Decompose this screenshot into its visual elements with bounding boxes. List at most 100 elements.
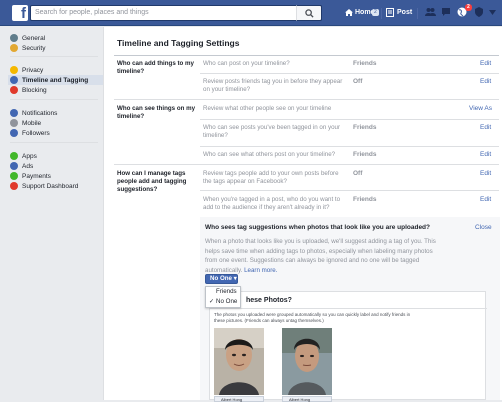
setting-question: Review what other people see on your tim… xyxy=(203,105,332,112)
messages-icon[interactable] xyxy=(441,7,451,17)
dropdown-option-friends[interactable]: Friends xyxy=(206,287,240,297)
divider xyxy=(10,56,98,57)
globe-icon xyxy=(10,109,18,117)
privacy-shortcuts-icon[interactable] xyxy=(474,7,484,17)
learn-more-link[interactable]: Learn more. xyxy=(244,267,277,274)
divider xyxy=(114,99,499,100)
sidebar-item-label: Notifications xyxy=(22,109,58,117)
setting-question: Review posts friends tag you in before t… xyxy=(203,78,343,93)
section-label: How can I manage tags people add and tag… xyxy=(117,170,187,193)
divider xyxy=(10,142,98,143)
face-photo-icon xyxy=(282,328,332,395)
post-link[interactable]: Post xyxy=(397,9,412,16)
sidebar-item-label: Support Dashboard xyxy=(22,182,79,190)
settings-sidebar: General Security Privacy Timeline and Ta… xyxy=(0,27,104,400)
followers-icon xyxy=(10,129,18,137)
sidebar-item-notifications[interactable]: Notifications xyxy=(10,108,57,118)
setting-value: Friends xyxy=(353,60,377,67)
home-icon xyxy=(345,9,353,16)
divider xyxy=(10,99,98,100)
sidebar-item-mobile[interactable]: Mobile xyxy=(10,118,57,128)
search-icon xyxy=(305,9,314,18)
sidebar-item-timeline-and-tagging[interactable]: Timeline and Tagging xyxy=(8,75,104,85)
divider xyxy=(381,8,382,19)
photo-tag-label[interactable]: Albert Hong xyxy=(214,396,264,402)
ads-icon xyxy=(10,162,18,170)
setting-question: When you're tagged in a post, who do you… xyxy=(203,196,341,211)
sidebar-group-notifications: Notifications Mobile Followers xyxy=(10,108,57,138)
edit-link[interactable]: Edit xyxy=(480,124,491,131)
setting-question: Review tags people add to your own posts… xyxy=(203,170,339,185)
edit-link[interactable]: Edit xyxy=(480,151,491,158)
sidebar-item-privacy[interactable]: Privacy xyxy=(10,65,104,75)
edit-link[interactable]: Edit xyxy=(480,196,491,203)
sidebar-item-ads[interactable]: Ads xyxy=(10,161,78,171)
sidebar-item-label: Followers xyxy=(22,129,50,137)
friend-requests-icon[interactable] xyxy=(425,7,436,17)
setting-question: Who can see posts you've been tagged in … xyxy=(203,124,341,139)
sidebar-item-general[interactable]: General xyxy=(10,33,45,43)
divider xyxy=(200,73,499,74)
sidebar-item-followers[interactable]: Followers xyxy=(10,128,57,138)
dropdown-selected-label: No One xyxy=(210,275,233,282)
search-input[interactable]: Search for people, places and things xyxy=(30,5,322,21)
photo-tag-label[interactable]: Albert Hong xyxy=(282,396,332,402)
sidebar-item-payments[interactable]: Payments xyxy=(10,171,78,181)
sidebar-item-blocking[interactable]: Blocking xyxy=(10,85,104,95)
sidebar-group-account: General Security xyxy=(10,33,45,53)
setting-value: Off xyxy=(353,170,363,177)
sidebar-item-label: Blocking xyxy=(22,86,47,94)
divider xyxy=(200,146,499,147)
sidebar-item-support-dashboard[interactable]: Support Dashboard xyxy=(10,181,78,191)
post-icon xyxy=(386,8,394,17)
home-badge: 2 xyxy=(372,9,379,16)
divider xyxy=(200,190,499,191)
divider xyxy=(114,164,499,165)
sidebar-item-label: Ads xyxy=(22,162,34,170)
sidebar-item-apps[interactable]: Apps xyxy=(10,151,78,161)
timeline-icon xyxy=(10,76,18,84)
face-photo-icon xyxy=(214,328,264,395)
panel-description: When a photo that looks like you is uplo… xyxy=(205,237,445,275)
dropdown-option-label: No One xyxy=(216,298,238,305)
audience-dropdown-button[interactable]: No One ▾ xyxy=(205,274,238,284)
suggested-photo xyxy=(214,328,264,395)
support-icon xyxy=(10,182,18,190)
sidebar-item-label: Payments xyxy=(22,172,51,180)
apps-icon xyxy=(10,152,18,160)
sidebar-item-label: Privacy xyxy=(22,66,44,74)
edit-link[interactable]: Edit xyxy=(480,60,491,67)
sidebar-item-label: Apps xyxy=(22,152,37,160)
edit-link[interactable]: Edit xyxy=(480,170,491,177)
dropdown-option-no-one[interactable]: ✓ No One xyxy=(206,297,240,307)
search-button[interactable] xyxy=(296,5,322,21)
sidebar-item-label: Mobile xyxy=(22,119,42,127)
divider xyxy=(200,119,499,120)
panel-title: Who sees tag suggestions when photos tha… xyxy=(205,224,430,231)
checkmark-icon: ✓ xyxy=(209,299,215,305)
settings-content: Timeline and Tagging Settings Who can ad… xyxy=(103,27,502,402)
chevron-down-icon: ▾ xyxy=(233,275,237,282)
setting-question: Who can see what others post on your tim… xyxy=(203,151,336,158)
close-link[interactable]: Close xyxy=(475,224,492,231)
sidebar-item-label: Timeline and Tagging xyxy=(22,76,89,84)
account-menu-icon[interactable] xyxy=(489,10,496,15)
divider xyxy=(417,8,418,19)
edit-link[interactable]: Edit xyxy=(480,78,491,85)
suggested-photo xyxy=(282,328,332,395)
setting-question: Who can post on your timeline? xyxy=(203,60,290,67)
gear-icon xyxy=(10,34,18,42)
facebook-logo-icon[interactable]: f xyxy=(12,5,28,21)
section-label: Who can add things to my timeline? xyxy=(117,60,194,75)
lock-icon xyxy=(10,44,18,52)
description-text: When a photo that looks like you is uplo… xyxy=(205,238,436,274)
section-label: Who can see things on my timeline? xyxy=(117,105,196,120)
block-icon xyxy=(10,86,18,94)
divider xyxy=(210,308,487,309)
setting-value: Friends xyxy=(353,151,377,158)
payments-icon xyxy=(10,172,18,180)
sidebar-item-security[interactable]: Security xyxy=(10,43,45,53)
tag-suggestions-panel: Who sees tag suggestions when photos tha… xyxy=(200,217,500,402)
preview-title: hese Photos? xyxy=(246,297,292,304)
view-as-link[interactable]: View As xyxy=(469,105,492,112)
